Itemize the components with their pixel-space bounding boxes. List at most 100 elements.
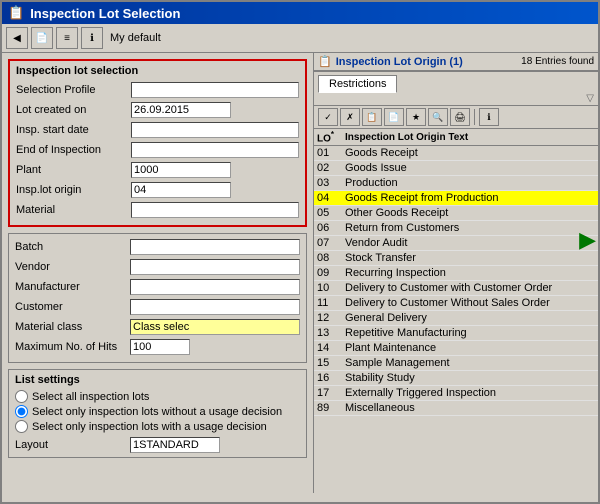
dd-x-btn[interactable]: ✗ (340, 108, 360, 126)
end-insp-row: End of Inspection (16, 141, 299, 159)
text-cell: Sample Management (342, 356, 598, 371)
right-panel: 📋 Inspection Lot Origin (1) 18 Entries f… (313, 53, 598, 493)
vendor-input[interactable] (130, 259, 300, 275)
table-row[interactable]: 05Other Goods Receipt (314, 206, 598, 221)
lo-cell: 04 (314, 191, 342, 206)
dd-print-btn[interactable]: 🖨 (450, 108, 470, 126)
radio-with-usage[interactable]: Select only inspection lots with a usage… (15, 420, 300, 433)
main-window: 📋 Inspection Lot Selection ◀ 📄 ≡ ℹ My de… (0, 0, 600, 504)
restrictions-tab-label: Restrictions (329, 78, 386, 90)
insp-start-input[interactable] (131, 122, 299, 138)
radio-without-usage[interactable]: Select only inspection lots without a us… (15, 405, 300, 418)
table-row[interactable]: 15Sample Management (314, 356, 598, 371)
max-hits-input[interactable] (130, 339, 190, 355)
lo-cell: 89 (314, 401, 342, 416)
selection-profile-input[interactable] (131, 82, 299, 98)
lot-created-input[interactable] (131, 102, 231, 118)
manufacturer-input[interactable] (130, 279, 300, 295)
content-area: Inspection lot selection Selection Profi… (2, 53, 598, 493)
batch-input[interactable] (130, 239, 300, 255)
lo-cell: 01 (314, 146, 342, 161)
dd-star-btn[interactable]: ★ (406, 108, 426, 126)
text-cell: Stability Study (342, 371, 598, 386)
insp-lot-origin-input[interactable] (131, 182, 231, 198)
info-button[interactable]: ℹ (81, 27, 103, 49)
table-row[interactable]: 04Goods Receipt from Production (314, 191, 598, 206)
radio-with-usage-input[interactable] (15, 420, 28, 433)
text-cell: Recurring Inspection (342, 266, 598, 281)
max-hits-label: Maximum No. of Hits (15, 341, 130, 353)
list-settings-label: List settings (15, 374, 300, 386)
radio-without-usage-input[interactable] (15, 405, 28, 418)
material-class-input[interactable] (130, 319, 300, 335)
max-hits-row: Maximum No. of Hits (15, 338, 300, 356)
table-row[interactable]: 02Goods Issue (314, 161, 598, 176)
plant-input[interactable] (131, 162, 231, 178)
restrictions-tab[interactable]: Restrictions (318, 75, 397, 93)
text-cell: Goods Issue (342, 161, 598, 176)
dd-search-btn[interactable]: 🔍 (428, 108, 448, 126)
layout-label: Layout (15, 439, 130, 451)
dropdown-title: Inspection Lot Origin (1) (336, 56, 463, 68)
table-row[interactable]: 89Miscellaneous (314, 401, 598, 416)
end-insp-input[interactable] (131, 142, 299, 158)
manufacturer-label: Manufacturer (15, 281, 130, 293)
table-row[interactable]: 13Repetitive Manufacturing (314, 326, 598, 341)
table-row[interactable]: 07Vendor Audit (314, 236, 598, 251)
radio-all-lots-input[interactable] (15, 390, 28, 403)
dd-separator (474, 109, 475, 125)
table-row[interactable]: 01Goods Receipt (314, 146, 598, 161)
table-row[interactable]: 16Stability Study (314, 371, 598, 386)
table-row[interactable]: 17Externally Triggered Inspection (314, 386, 598, 401)
material-row: Material (16, 201, 299, 219)
text-cell: Goods Receipt from Production (342, 191, 598, 206)
table-row[interactable]: 10Delivery to Customer with Customer Ord… (314, 281, 598, 296)
customer-label: Customer (15, 301, 130, 313)
text-cell: Repetitive Manufacturing (342, 326, 598, 341)
dd-copy-btn[interactable]: 📋 (362, 108, 382, 126)
radio-all-lots[interactable]: Select all inspection lots (15, 390, 300, 403)
batch-label: Batch (15, 241, 130, 253)
lo-cell: 03 (314, 176, 342, 191)
text-cell: Externally Triggered Inspection (342, 386, 598, 401)
table-container[interactable]: LO* Inspection Lot Origin Text 01Goods R… (314, 129, 598, 493)
table-row[interactable]: 09Recurring Inspection (314, 266, 598, 281)
table-row[interactable]: 08Stock Transfer (314, 251, 598, 266)
table-row[interactable]: 11Delivery to Customer Without Sales Ord… (314, 296, 598, 311)
window-title: Inspection Lot Selection (30, 6, 180, 21)
table-row[interactable]: 06Return from Customers (314, 221, 598, 236)
lot-created-label: Lot created on (16, 104, 131, 116)
text-cell: Plant Maintenance (342, 341, 598, 356)
lo-cell: 09 (314, 266, 342, 281)
radio-all-lots-label: Select all inspection lots (32, 391, 149, 403)
lot-created-row: Lot created on (16, 101, 299, 119)
vendor-row: Vendor (15, 258, 300, 276)
insp-lot-origin-row: Insp.lot origin (16, 181, 299, 199)
dd-paste-btn[interactable]: 📄 (384, 108, 404, 126)
text-cell: Miscellaneous (342, 401, 598, 416)
table-row[interactable]: 03Production (314, 176, 598, 191)
list-settings-section: List settings Select all inspection lots… (8, 369, 307, 458)
dd-check-btn[interactable]: ✓ (318, 108, 338, 126)
lo-cell: 10 (314, 281, 342, 296)
toolbar-btn-3[interactable]: ≡ (56, 27, 78, 49)
text-cell: Stock Transfer (342, 251, 598, 266)
toolbar-btn-2[interactable]: 📄 (31, 27, 53, 49)
table-row[interactable]: 14Plant Maintenance (314, 341, 598, 356)
col-text-header: Inspection Lot Origin Text (342, 129, 598, 146)
col-lo-header: LO* (314, 129, 342, 146)
dd-info-btn[interactable]: ℹ (479, 108, 499, 126)
lo-cell: 17 (314, 386, 342, 401)
text-cell: Return from Customers (342, 221, 598, 236)
material-class-label: Material class (15, 321, 130, 333)
layout-input[interactable] (130, 437, 220, 453)
dropdown-header: 📋 Inspection Lot Origin (1) 18 Entries f… (314, 53, 598, 72)
material-input[interactable] (131, 202, 299, 218)
back-button[interactable]: ◀ (6, 27, 28, 49)
radio-without-usage-label: Select only inspection lots without a us… (32, 406, 282, 418)
customer-input[interactable] (130, 299, 300, 315)
customer-row: Customer (15, 298, 300, 316)
plant-row: Plant (16, 161, 299, 179)
title-bar: 📋 Inspection Lot Selection (2, 2, 598, 24)
table-row[interactable]: 12General Delivery (314, 311, 598, 326)
